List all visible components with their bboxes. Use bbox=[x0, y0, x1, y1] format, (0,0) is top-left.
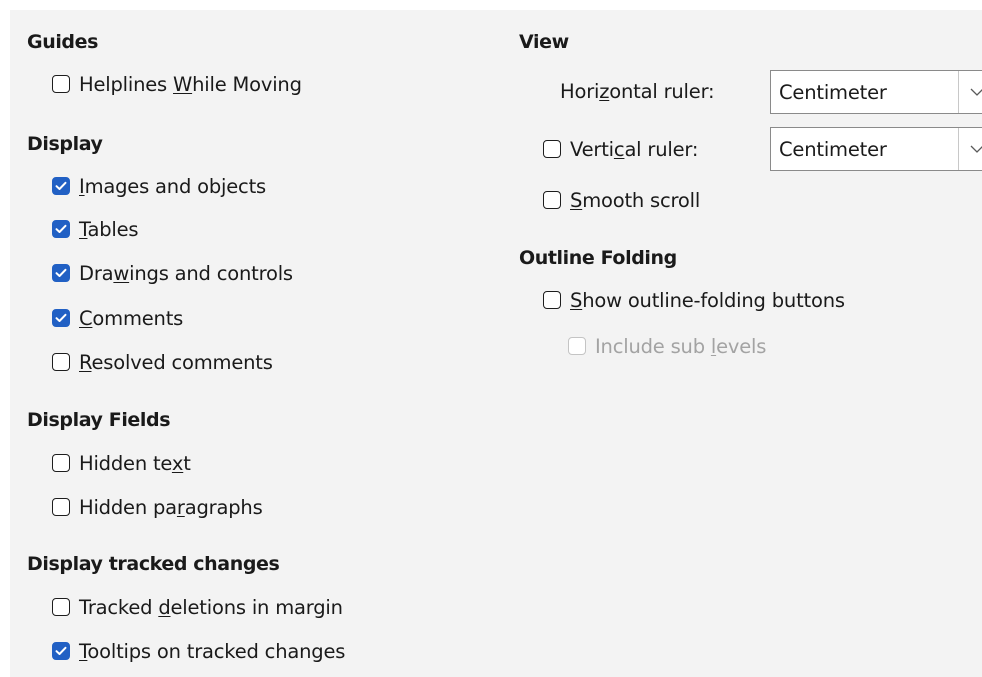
tracked-deletions-in-margin-label: Tracked deletions in margin bbox=[79, 595, 343, 619]
vertical-ruler-value: Centimeter bbox=[779, 137, 887, 161]
guides-heading: Guides bbox=[27, 31, 99, 53]
vertical-ruler-checkbox[interactable]: Vertical ruler: bbox=[543, 136, 698, 162]
options-panel: Guides Helplines While Moving Display Im… bbox=[10, 10, 982, 677]
show-outline-folding-buttons-label: Show outline-folding buttons bbox=[570, 288, 845, 312]
checkbox-icon bbox=[52, 264, 70, 282]
tooltips-on-tracked-changes-label: Tooltips on tracked changes bbox=[79, 639, 346, 663]
checkbox-icon bbox=[543, 191, 561, 209]
chevron-down-icon[interactable] bbox=[958, 128, 982, 170]
checkmark-icon bbox=[55, 268, 67, 277]
hidden-text-label: Hidden text bbox=[79, 451, 191, 475]
include-sub-levels-checkbox[interactable]: Include sub levels bbox=[568, 333, 766, 359]
display-tracked-changes-heading: Display tracked changes bbox=[27, 553, 280, 575]
checkbox-icon bbox=[52, 454, 70, 472]
checkbox-icon bbox=[52, 220, 70, 238]
show-outline-folding-buttons-checkbox[interactable]: Show outline-folding buttons bbox=[543, 287, 845, 313]
helplines-while-moving-label: Helplines While Moving bbox=[79, 72, 302, 96]
comments-checkbox[interactable]: Comments bbox=[52, 305, 183, 331]
checkbox-icon bbox=[52, 177, 70, 195]
checkbox-icon bbox=[52, 598, 70, 616]
drawings-and-controls-checkbox[interactable]: Drawings and controls bbox=[52, 260, 293, 286]
resolved-comments-label: Resolved comments bbox=[79, 350, 273, 374]
checkmark-icon bbox=[55, 181, 67, 190]
helplines-while-moving-checkbox[interactable]: Helplines While Moving bbox=[52, 71, 302, 97]
checkmark-icon bbox=[55, 313, 67, 322]
tables-checkbox[interactable]: Tables bbox=[52, 216, 139, 242]
checkmark-icon bbox=[55, 224, 67, 233]
horizontal-ruler-value: Centimeter bbox=[779, 80, 887, 104]
tables-label: Tables bbox=[79, 217, 139, 241]
images-and-objects-label: Images and objects bbox=[79, 174, 266, 198]
outline-folding-heading: Outline Folding bbox=[519, 247, 677, 269]
hidden-paragraphs-label: Hidden paragraphs bbox=[79, 495, 263, 519]
drawings-and-controls-label: Drawings and controls bbox=[79, 261, 293, 285]
vertical-ruler-label: Vertical ruler: bbox=[570, 137, 699, 161]
checkbox-icon bbox=[568, 337, 586, 355]
images-and-objects-checkbox[interactable]: Images and objects bbox=[52, 173, 266, 199]
checkbox-icon bbox=[52, 75, 70, 93]
view-heading: View bbox=[519, 31, 569, 53]
checkbox-icon bbox=[543, 140, 561, 158]
tooltips-on-tracked-changes-checkbox[interactable]: Tooltips on tracked changes bbox=[52, 638, 345, 664]
horizontal-ruler-select[interactable]: Centimeter bbox=[770, 70, 982, 114]
checkbox-icon bbox=[52, 498, 70, 516]
checkbox-icon bbox=[52, 353, 70, 371]
smooth-scroll-label: Smooth scroll bbox=[570, 188, 701, 212]
checkbox-icon bbox=[52, 309, 70, 327]
hidden-text-checkbox[interactable]: Hidden text bbox=[52, 450, 191, 476]
include-sub-levels-label: Include sub levels bbox=[595, 334, 767, 358]
resolved-comments-checkbox[interactable]: Resolved comments bbox=[52, 349, 273, 375]
horizontal-ruler-label: Horizontal ruler: bbox=[560, 80, 715, 103]
vertical-ruler-select[interactable]: Centimeter bbox=[770, 127, 982, 171]
display-heading: Display bbox=[27, 133, 103, 155]
hidden-paragraphs-checkbox[interactable]: Hidden paragraphs bbox=[52, 494, 263, 520]
checkbox-icon bbox=[52, 642, 70, 660]
display-fields-heading: Display Fields bbox=[27, 409, 171, 431]
smooth-scroll-checkbox[interactable]: Smooth scroll bbox=[543, 187, 700, 213]
checkbox-icon bbox=[543, 291, 561, 309]
chevron-down-icon[interactable] bbox=[958, 71, 982, 113]
checkmark-icon bbox=[55, 646, 67, 655]
tracked-deletions-in-margin-checkbox[interactable]: Tracked deletions in margin bbox=[52, 594, 343, 620]
comments-label: Comments bbox=[79, 306, 184, 330]
